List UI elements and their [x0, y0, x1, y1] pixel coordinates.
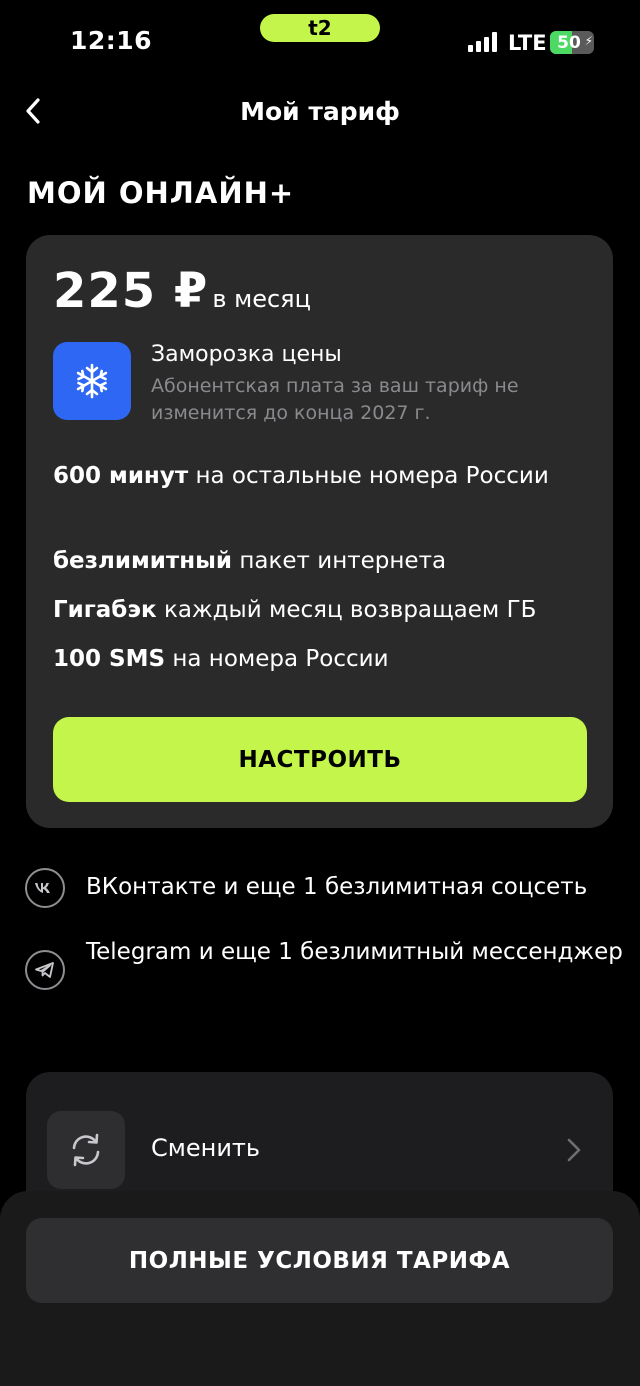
network-type: LTE — [508, 31, 547, 55]
feature-sms: 100 SMS на номера России — [53, 642, 593, 677]
chevron-right-icon — [567, 1138, 581, 1162]
price-freeze-title: Заморозка цены — [151, 342, 342, 367]
feature-bold: Гигабэк — [53, 597, 157, 623]
battery-percent: 50 — [557, 32, 581, 53]
feature-text: каждый месяц возвращаем ГБ — [163, 597, 537, 623]
feature-text: на остальные номера России — [195, 463, 549, 489]
price-period: в месяц — [212, 285, 311, 313]
feature-text: на номера России — [172, 646, 389, 672]
feature-gigaback: Гигабэк каждый месяц возвращаем ГБ — [53, 593, 593, 628]
page-title: Мой тариф — [240, 97, 400, 126]
snowflake-icon — [53, 342, 131, 420]
full-terms-button[interactable]: ПОЛНЫЕ УСЛОВИЯ ТАРИФА — [26, 1218, 613, 1303]
feature-bold: 600 минут — [53, 463, 189, 489]
telegram-icon — [25, 950, 65, 990]
change-plan-label: Сменить — [151, 1134, 261, 1162]
signal-icon — [468, 32, 497, 52]
carrier-logo-text: t2 — [308, 16, 332, 40]
refresh-icon — [47, 1111, 125, 1189]
setup-button[interactable]: НАСТРОИТЬ — [53, 717, 587, 802]
price-amount: 225 ₽ — [53, 263, 209, 319]
snowflake-glyph — [76, 363, 108, 399]
plan-price: 225 ₽ в месяц — [53, 263, 311, 319]
feature-bold: безлимитный — [53, 548, 233, 574]
status-time: 12:16 — [70, 26, 153, 55]
price-freeze-description: Абонентская плата за ваш тариф не измени… — [151, 375, 519, 424]
perk-social-text: ВКонтакте и еще 1 безлимитная соцсеть — [86, 874, 588, 900]
refresh-glyph — [72, 1133, 100, 1167]
charging-bolt-icon: ⚡ — [584, 34, 593, 48]
carrier-logo-pill[interactable]: t2 — [260, 14, 380, 42]
vk-icon — [25, 868, 65, 908]
perk-messenger-text: Telegram и еще 1 безлимитный мессенджер — [86, 939, 623, 965]
feature-minutes: 600 минут на остальные номера России — [53, 459, 593, 494]
battery-icon: 50 ⚡ — [550, 31, 594, 54]
feature-bold: 100 SMS — [53, 646, 166, 672]
vk-glyph — [35, 883, 50, 893]
telegram-glyph — [35, 962, 54, 978]
feature-internet: безлимитный пакет интернета — [53, 544, 593, 579]
plan-name: МОЙ ОНЛАЙН+ — [27, 176, 295, 210]
feature-text: пакет интернета — [239, 548, 447, 574]
